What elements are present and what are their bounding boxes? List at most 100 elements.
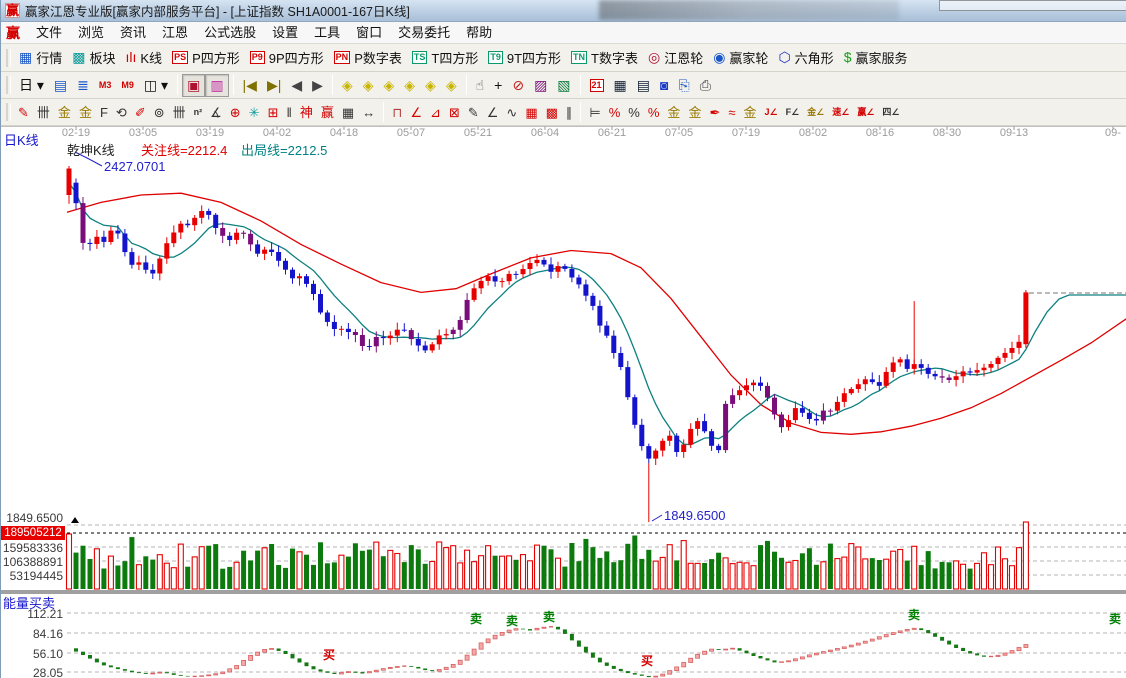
angle-line-tool[interactable]: ∠ [483,101,503,124]
sectors-button[interactable]: ▩板块 [67,46,120,69]
hand-pan-button[interactable]: ☝ [471,74,490,97]
gold-line-tool[interactable]: 金 [684,101,705,124]
ma9-button[interactable]: M9 [116,74,139,97]
gold-gate-tool[interactable]: 金 [54,101,75,124]
calculator-button[interactable]: ▦ [609,74,632,97]
export-button[interactable]: ⎘ [673,74,694,97]
ruler-grid-tool[interactable]: ▦ [338,101,358,124]
info-list-button[interactable]: ≣ [72,74,94,97]
pen-tool[interactable]: ✎ [14,101,33,124]
ying-angle-tool[interactable]: 赢∠ [853,101,878,124]
t-square-button[interactable]: TST四方形 [407,46,483,69]
menu-item-news[interactable]: 资讯 [112,25,154,40]
first-page-button[interactable]: |◀ [238,74,262,97]
menu-item-browse[interactable]: 浏览 [70,25,112,40]
winner-service-button[interactable]: $赢家服务 [839,46,913,69]
price-ladder-tool[interactable]: ⊨ [585,101,604,124]
percent-line-tool[interactable]: % [644,101,664,124]
menu-item-tools[interactable]: 工具 [306,25,348,40]
square-web-tool[interactable]: ⊞ [264,101,283,124]
speed-angle-tool[interactable]: 速∠ [828,101,853,124]
shen-tool[interactable]: 神 [296,101,317,124]
ma3-button[interactable]: M3 [94,74,117,97]
protractor-tool[interactable]: ∡ [206,101,226,124]
comb-tool[interactable]: 卌 [33,101,54,124]
next-button[interactable]: ▶ [307,74,328,97]
ray-grid-tool[interactable]: ⊠ [445,101,464,124]
period-label[interactable]: 日K线 [4,130,39,149]
compress-all-diamond-button[interactable]: ◈ [420,74,441,97]
spiral-tool[interactable]: ⟲ [112,101,131,124]
toolbar-grip[interactable] [6,76,11,94]
p-number-table-button[interactable]: PNP数字表 [329,46,407,69]
f-angle-tool[interactable]: F∠ [782,101,804,124]
f-ruler-tool[interactable]: F [96,101,112,124]
menu-item-settings[interactable]: 设置 [264,25,306,40]
star-web-tool[interactable]: ✳ [245,101,264,124]
quotes-button[interactable]: ▦行情 [14,46,67,69]
theme-button[interactable]: ▣ [182,74,205,97]
wave-tool[interactable]: ≈ [724,101,739,124]
t-number-table-button[interactable]: TNT数字表 [566,46,643,69]
trend-pencil-tool[interactable]: ✎ [464,101,483,124]
pattern-green-button[interactable]: ▧ [552,74,575,97]
percent-tool[interactable]: % [624,101,644,124]
compress-h-diamond-button[interactable]: ◈ [378,74,399,97]
corner-box-tool[interactable]: ⊓ [388,101,406,124]
red-grid2-tool[interactable]: ▩ [542,101,562,124]
pen-ruler-tool[interactable]: ✐ [131,101,150,124]
menu-item-gann[interactable]: 江恩 [154,25,196,40]
n-square-tool[interactable]: n² [190,101,207,124]
chart-canvas[interactable]: 卖卖卖卖卖买买 [1,126,1126,678]
candle-style-dropdown[interactable]: ◫ ▾ [139,74,173,97]
ying-tool[interactable]: 赢 [317,101,338,124]
volume-style-button[interactable]: ▥ [205,74,228,97]
ink-tool[interactable]: ✒ [705,101,724,124]
percent-strike-tool[interactable]: % [605,101,625,124]
calendar-button[interactable]: 21 [585,74,609,97]
expand-h-diamond-button[interactable]: ◈ [399,74,420,97]
gold-angle-tool[interactable]: 金∠ [803,101,828,124]
comb2-tool[interactable]: 卌 [169,101,190,124]
titlebar[interactable]: 赢 赢家江恩专业版[赢家内部服务平台] - [上证指数 SH1A0001-167… [1,0,1126,22]
hexagon-button[interactable]: ⬡六角形 [773,46,838,69]
j-angle-tool[interactable]: J∠ [761,101,782,124]
shrink-right-diamond-button[interactable]: ◈ [358,74,379,97]
print-button[interactable]: ⎙ [695,74,716,97]
gold-gate2-tool[interactable]: 金 [75,101,96,124]
toolbar-grip[interactable] [6,49,11,67]
circle-nine-tool[interactable]: ⊚ [150,101,169,124]
four-angle-tool[interactable]: 四∠ [878,101,903,124]
winner-wheel-button[interactable]: ◉赢家轮 [708,46,773,69]
fan-rays-tool[interactable]: ∠ [406,101,426,124]
save-button[interactable]: ◙ [655,74,673,97]
quote-measure-tool[interactable]: ‖ [283,101,296,124]
red-grid-tool[interactable]: ▦ [521,101,541,124]
p-square-button[interactable]: PSP四方形 [167,46,245,69]
chart-window-icon-button[interactable]: ▤ [49,74,72,97]
gold-circle-tool[interactable]: 金 [663,101,684,124]
kline-button[interactable]: ılıK线 [121,46,168,69]
zigzag-tool[interactable]: ∿ [502,101,521,124]
p9-square-button[interactable]: P99P四方形 [245,46,329,69]
menu-item-trade-order[interactable]: 交易委托 [390,25,458,40]
crosshair-button[interactable]: + [489,74,507,97]
h-measure-tool[interactable]: ↔ [358,101,379,124]
last-page-button[interactable]: ▶| [262,74,286,97]
prev-button[interactable]: ◀ [286,74,307,97]
period-dropdown[interactable]: 日 ▾ [14,74,49,97]
compass-tool[interactable]: ⊕ [226,101,245,124]
pattern-purple-button[interactable]: ▨ [529,74,552,97]
gann-wheel-button[interactable]: ◎江恩轮 [643,46,708,69]
menu-item-window[interactable]: 窗口 [348,25,390,40]
expand-all-diamond-button[interactable]: ◈ [441,74,462,97]
gold-underline-tool[interactable]: 金 [740,101,761,124]
fan-grid-tool[interactable]: ⊿ [426,101,445,124]
lasso-zoom-button[interactable]: ⊘ [507,74,529,97]
t9-square-button[interactable]: T99T四方形 [483,46,566,69]
toolbar-grip[interactable] [6,103,11,121]
parallel-lines-tool[interactable]: ∥ [562,101,577,124]
notepad-button[interactable]: ▤ [632,74,655,97]
menu-item-file[interactable]: 文件 [28,25,70,40]
menu-item-help[interactable]: 帮助 [458,25,500,40]
